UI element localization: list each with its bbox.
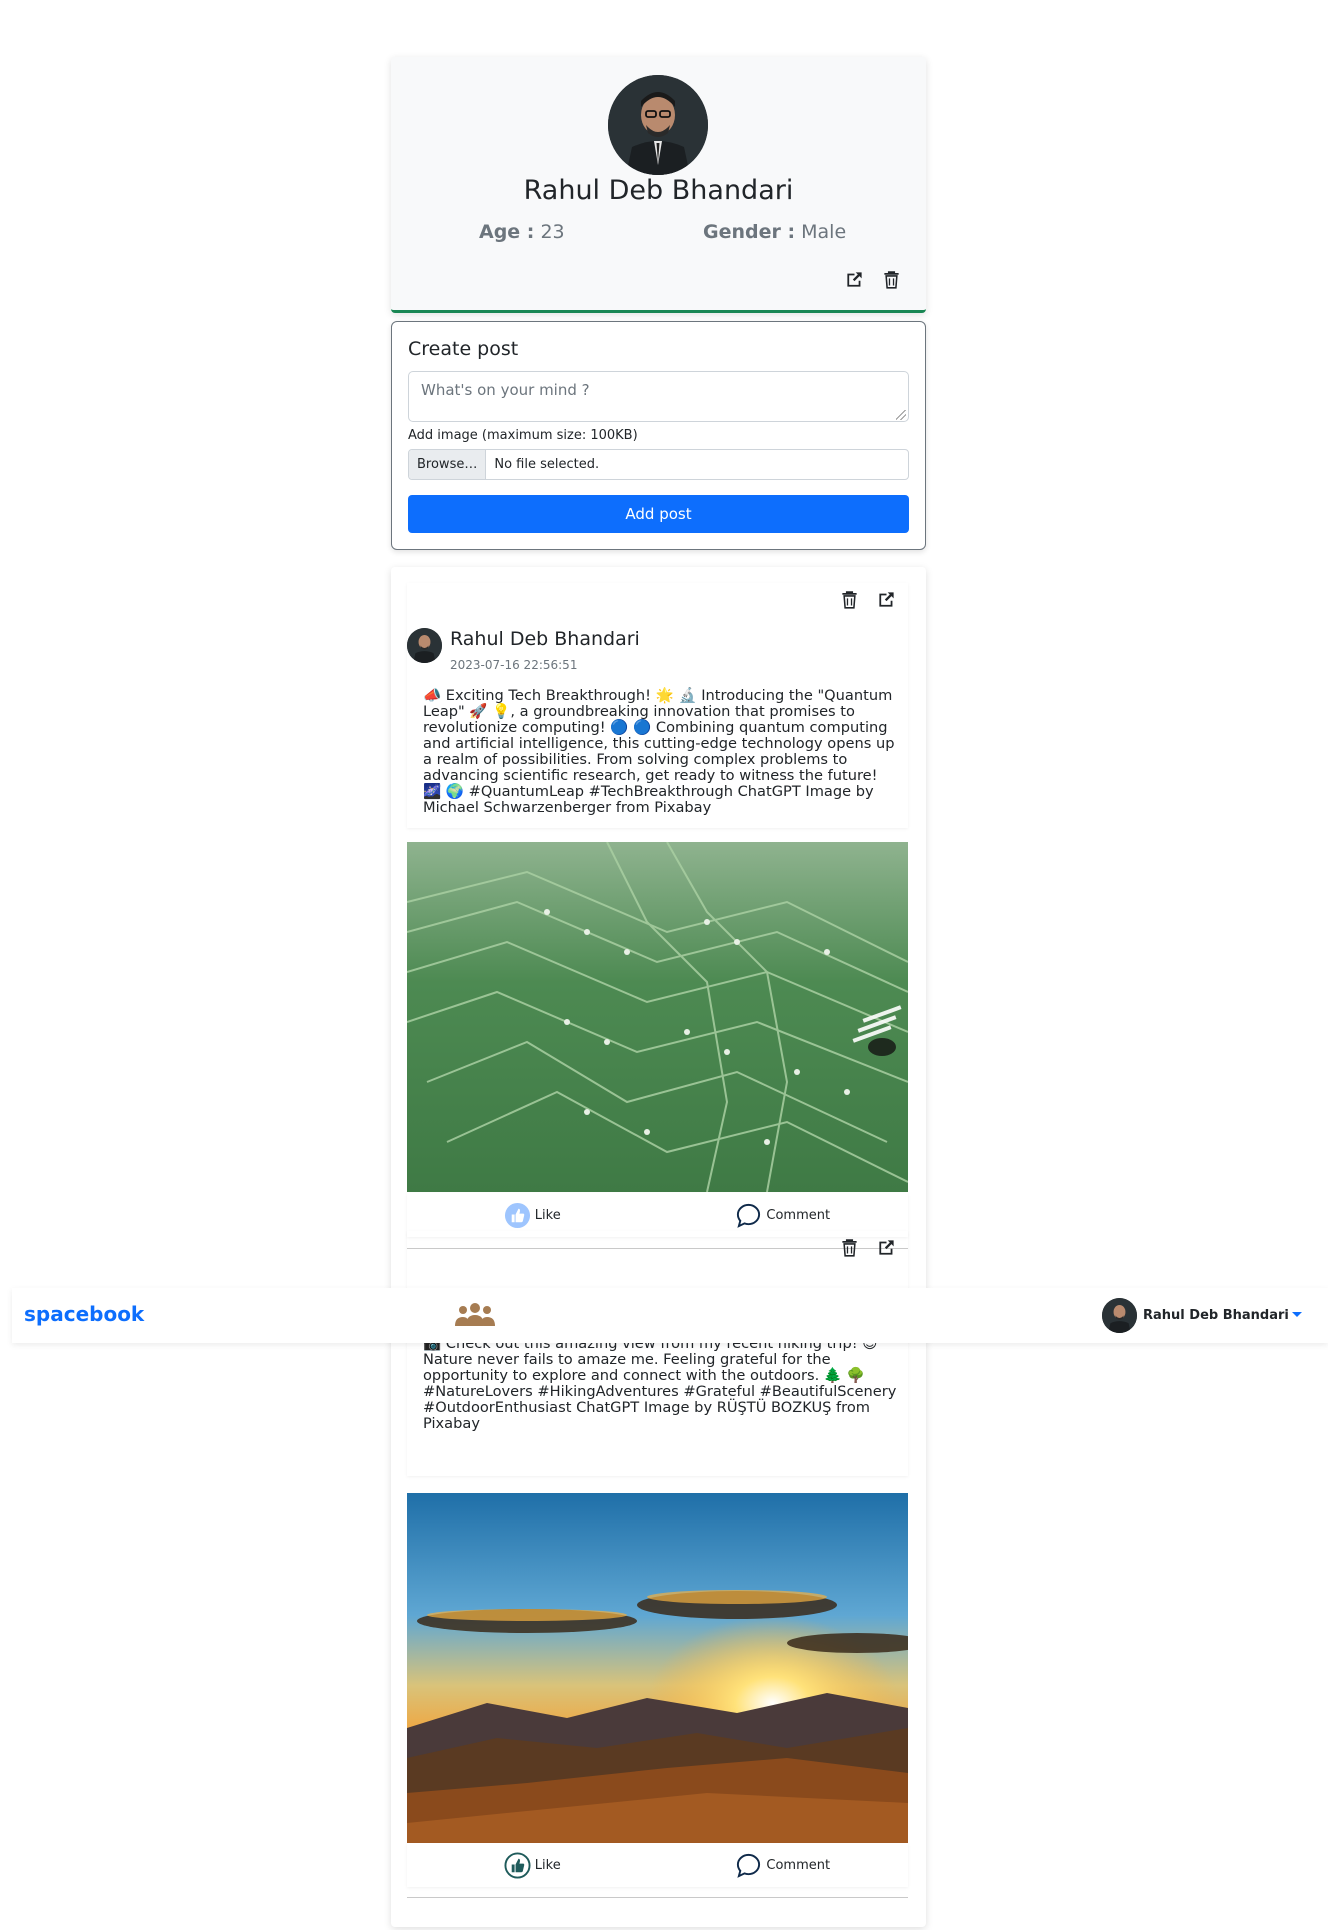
nav-username[interactable]: Rahul Deb Bhandari [1143, 1308, 1289, 1323]
comment-icon [737, 1203, 761, 1228]
post-header: Rahul Deb Bhandari 2023-07-16 22:56:51 📣… [407, 583, 908, 828]
post-author-name[interactable]: Rahul Deb Bhandari [450, 628, 640, 650]
nav-avatar[interactable] [1102, 1298, 1137, 1333]
comment-label: Comment [766, 1207, 831, 1223]
delete-profile-icon[interactable] [882, 270, 901, 289]
delete-post-icon[interactable] [840, 1238, 859, 1257]
resize-handle[interactable] [896, 410, 906, 420]
like-label: Like [534, 1207, 561, 1223]
create-post-card: Create post Add image (maximum size: 100… [391, 321, 926, 550]
image-input-label: Add image (maximum size: 100KB) [408, 428, 638, 443]
post-timestamp: 2023-07-16 22:56:51 [450, 658, 578, 672]
create-post-title: Create post [408, 338, 519, 360]
file-status: No file selected. [494, 457, 600, 472]
mountain-sunset-image [407, 1493, 908, 1843]
image-file-input[interactable]: Browse… No file selected. [408, 449, 909, 480]
age-label: Age : [479, 221, 535, 243]
like-icon [504, 1851, 531, 1879]
profile-actions [845, 270, 901, 289]
post-body-text: 📣 Exciting Tech Breakthrough! 🌟 🔬 Introd… [423, 687, 895, 816]
gender-label: Gender : [703, 221, 796, 243]
post-text-input[interactable] [408, 371, 909, 422]
edit-post-icon[interactable] [877, 590, 896, 609]
top-navbar: spacebook Rahul Deb Bhandari [12, 1288, 1328, 1343]
like-icon [504, 1202, 530, 1228]
brand-logo[interactable]: spacebook [24, 1302, 144, 1326]
caret-down-icon[interactable] [1292, 1312, 1302, 1317]
post-divider [407, 1897, 908, 1898]
page: Rahul Deb Bhandari Age : 23 Gender : Mal… [0, 0, 1328, 1930]
comment-icon [737, 1853, 761, 1878]
edit-post-icon[interactable] [877, 1238, 896, 1257]
gender-value: Male [801, 221, 847, 243]
post-header: 📸 Check out this amazing view from my re… [407, 1231, 908, 1476]
delete-post-icon[interactable] [840, 590, 859, 609]
comment-button[interactable]: Comment [658, 1843, 909, 1887]
like-button[interactable]: Like [407, 1843, 658, 1887]
circuit-board-image [407, 842, 908, 1192]
profile-age: Age : 23 [479, 221, 565, 243]
edit-profile-icon[interactable] [845, 270, 864, 289]
post-actions [840, 590, 896, 609]
like-label: Like [534, 1857, 561, 1873]
post-body-text: 📸 Check out this amazing view from my re… [423, 1335, 897, 1432]
post-feed: Rahul Deb Bhandari 2023-07-16 22:56:51 📣… [391, 567, 926, 1927]
friends-icon[interactable] [454, 1302, 496, 1328]
post-author-avatar[interactable] [407, 628, 442, 663]
profile-gender: Gender : Male [703, 221, 846, 243]
age-value: 23 [540, 221, 565, 243]
comment-label: Comment [766, 1857, 831, 1873]
profile-avatar [608, 75, 708, 175]
browse-button[interactable]: Browse… [409, 450, 487, 479]
profile-card: Rahul Deb Bhandari Age : 23 Gender : Mal… [391, 57, 926, 313]
profile-name: Rahul Deb Bhandari [523, 175, 794, 206]
add-post-button[interactable]: Add post [408, 495, 909, 533]
user-menu[interactable]: Rahul Deb Bhandari [1102, 1298, 1289, 1333]
post-actions [840, 1238, 896, 1257]
post-actions-bar: Like Comment [407, 1843, 908, 1887]
